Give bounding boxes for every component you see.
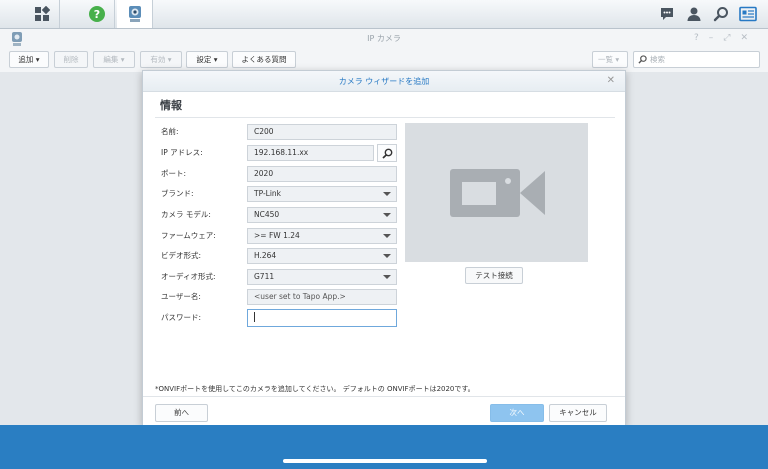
maximize-icon[interactable]: ⤢ — [723, 33, 730, 43]
name-field[interactable]: C200 — [247, 124, 397, 140]
help-app-button[interactable]: ? — [79, 0, 115, 28]
next-button[interactable]: 次へ — [490, 404, 544, 422]
taskbar: ? — [0, 0, 768, 29]
home-indicator[interactable] — [283, 459, 487, 463]
camera-model-label: カメラ モデル: — [161, 210, 211, 219]
enable-button[interactable]: 有効 ▾ — [140, 51, 182, 68]
view-mode-button[interactable]: 一覧 ▾ — [592, 51, 628, 68]
password-label: パスワード: — [161, 313, 202, 322]
dialog-title: カメラ ウィザードを追加 — [338, 77, 430, 86]
ip-camera-app-button[interactable] — [117, 0, 153, 28]
video-format-label: ビデオ形式: — [161, 251, 202, 260]
ip-search-button[interactable] — [377, 144, 397, 162]
audio-format-select[interactable]: G711 — [247, 269, 397, 285]
brand-label: ブランド: — [161, 189, 194, 198]
camera-model-select[interactable]: NC450 — [247, 207, 397, 223]
close-icon[interactable]: ✕ — [740, 33, 748, 43]
divider — [155, 117, 615, 118]
back-button[interactable]: 前へ — [155, 404, 208, 422]
settings-button[interactable]: 設定 ▾ — [186, 51, 228, 68]
search-input[interactable]: 検索 — [633, 51, 760, 68]
camera-preview — [405, 123, 588, 262]
brand-select[interactable]: TP-Link — [247, 186, 397, 202]
user-icon[interactable] — [685, 5, 703, 23]
search-icon[interactable] — [712, 5, 730, 23]
minimize-icon[interactable]: – — [709, 33, 714, 43]
search-icon — [638, 55, 647, 64]
add-button[interactable]: 追加 ▾ — [9, 51, 49, 68]
divider — [143, 396, 625, 397]
section-title: 情報 — [160, 99, 182, 112]
main-menu-button[interactable] — [24, 0, 60, 28]
video-camera-icon — [449, 168, 545, 217]
username-label: ユーザー名: — [161, 292, 201, 301]
camera-app-icon — [128, 6, 141, 22]
close-icon[interactable]: ✕ — [607, 75, 615, 87]
window-title: IP カメラ — [367, 34, 401, 43]
widgets-icon[interactable] — [739, 5, 757, 23]
toolbar: 追加 ▾ 削除 編集 ▾ 有効 ▾ 設定 ▾ よくある質問 一覧 ▾ 検索 — [0, 51, 768, 71]
name-label: 名前: — [161, 127, 179, 136]
edit-button[interactable]: 編集 ▾ — [93, 51, 135, 68]
test-connection-button[interactable]: テスト接続 — [465, 267, 523, 284]
cancel-button[interactable]: キャンセル — [549, 404, 607, 422]
search-icon — [381, 148, 392, 159]
svg-text:?: ? — [93, 8, 99, 21]
dialog-header: カメラ ウィザードを追加 ✕ — [143, 71, 625, 92]
faq-button[interactable]: よくある質問 — [232, 51, 296, 68]
port-field[interactable]: 2020 — [247, 166, 397, 182]
audio-format-label: オーディオ形式: — [161, 272, 216, 281]
password-field[interactable] — [247, 309, 397, 327]
chat-icon[interactable] — [658, 5, 676, 23]
delete-button[interactable]: 削除 — [54, 51, 88, 68]
help-icon: ? — [88, 6, 105, 22]
username-field[interactable]: <user set to Tapo App.> — [247, 289, 397, 305]
grid-icon — [34, 6, 50, 21]
window-controls: ? – ⤢ ✕ — [694, 33, 748, 43]
ip-address-label: IP アドレス: — [161, 148, 203, 157]
firmware-select[interactable]: >= FW 1.24 — [247, 228, 397, 244]
help-icon[interactable]: ? — [694, 33, 699, 43]
onvif-footnote: *ONVIFポートを使用してこのカメラを追加してください。 デフォルトの ONV… — [155, 385, 475, 393]
video-format-select[interactable]: H.264 — [247, 248, 397, 264]
firmware-label: ファームウェア: — [161, 231, 216, 240]
text-cursor — [254, 312, 255, 322]
ip-address-field[interactable]: 192.168.11.xx — [247, 145, 374, 161]
port-label: ポート: — [161, 169, 187, 178]
add-camera-wizard-dialog: カメラ ウィザードを追加 ✕ 情報 名前: C200 IP アドレス: 192.… — [142, 70, 626, 426]
